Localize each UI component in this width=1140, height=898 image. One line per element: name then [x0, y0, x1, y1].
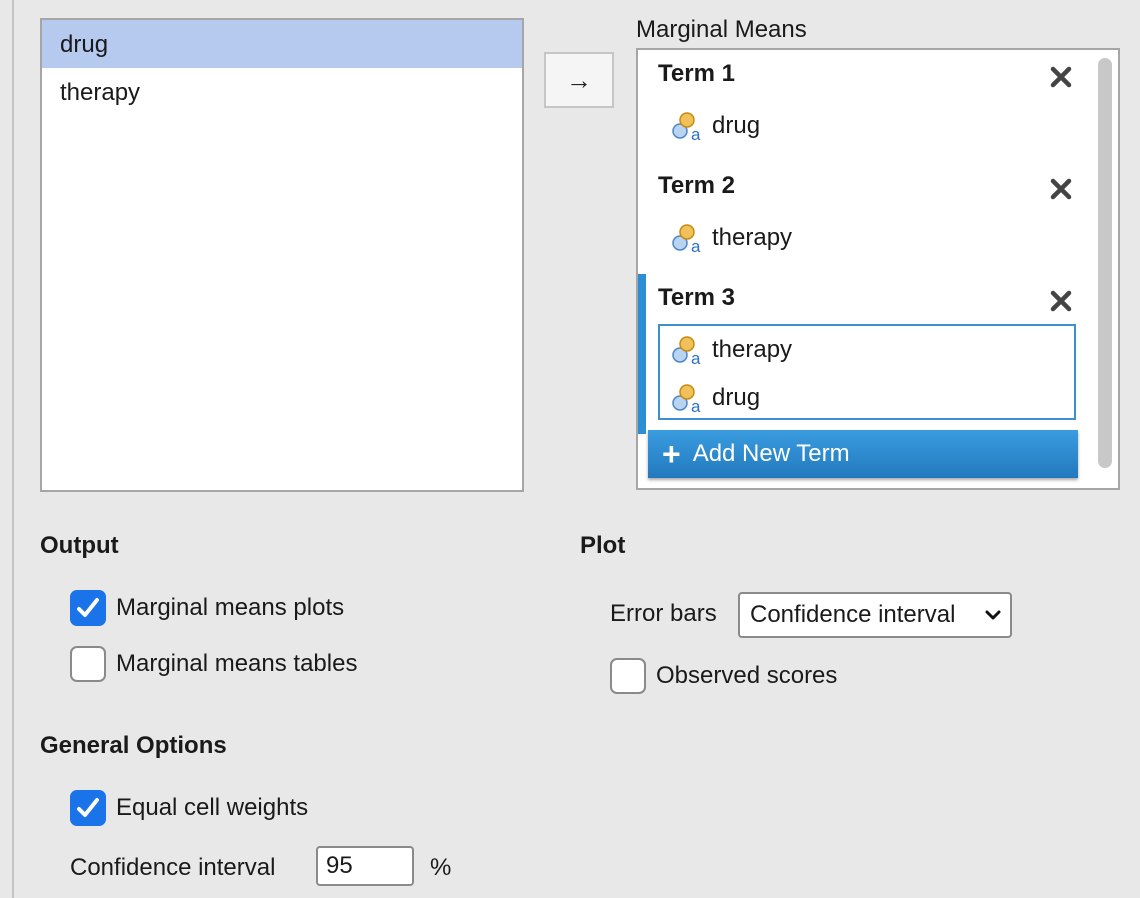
- checkbox-unchecked[interactable]: [70, 646, 106, 682]
- checkbox-label: Equal cell weights: [116, 794, 309, 821]
- add-new-term-label: Add New Term: [692, 440, 850, 467]
- nominal-variable-icon: a: [672, 384, 701, 415]
- svg-text:a: a: [691, 397, 701, 415]
- active-term-indicator: [638, 274, 646, 434]
- term-variable-name: drug: [712, 112, 761, 139]
- term-1-title: Term 1: [658, 60, 735, 87]
- chevron-down-icon: [985, 610, 1001, 620]
- close-icon[interactable]: [1048, 64, 1074, 90]
- nominal-variable-icon: a: [672, 224, 701, 255]
- marginal-means-tables-option[interactable]: Marginal means tables: [70, 646, 357, 682]
- nominal-variable-icon: a: [672, 336, 701, 367]
- term-3[interactable]: Term 3 a therapy a drug: [638, 274, 1088, 434]
- move-to-terms-button[interactable]: →: [544, 52, 614, 108]
- observed-scores-option[interactable]: Observed scores: [610, 658, 837, 694]
- checkbox-label: Observed scores: [656, 662, 838, 689]
- marginal-means-title: Marginal Means: [636, 16, 807, 43]
- checkbox-unchecked[interactable]: [610, 658, 646, 694]
- variable-item-drug[interactable]: drug: [42, 20, 522, 68]
- error-bars-select[interactable]: Confidence interval: [738, 592, 1012, 638]
- add-new-term-button[interactable]: + Add New Term: [648, 430, 1078, 478]
- term-2-title: Term 2: [658, 172, 735, 199]
- svg-text:a: a: [691, 237, 701, 255]
- output-section-title: Output: [40, 532, 119, 559]
- checkbox-label: Marginal means plots: [116, 594, 345, 621]
- term-3-variable-drug: a drug: [670, 378, 760, 418]
- checkbox-label: Marginal means tables: [116, 650, 358, 677]
- svg-text:a: a: [691, 349, 701, 367]
- scrollbar[interactable]: [1098, 58, 1112, 468]
- confidence-interval-input[interactable]: 95: [316, 846, 414, 886]
- nominal-variable-icon: a: [672, 112, 701, 143]
- variable-item-therapy[interactable]: therapy: [42, 68, 522, 116]
- term-variable-name: therapy: [712, 224, 793, 251]
- panel-divider: [0, 0, 14, 898]
- general-options-title: General Options: [40, 732, 227, 759]
- plot-section-title: Plot: [580, 532, 626, 559]
- checkmark-icon: [77, 598, 99, 617]
- term-1-variable: a drug: [670, 106, 760, 146]
- percent-unit-label: %: [430, 854, 452, 881]
- term-2[interactable]: Term 2 a therapy: [638, 162, 1088, 276]
- close-icon[interactable]: [1048, 176, 1074, 202]
- arrow-right-icon: →: [566, 64, 592, 95]
- marginal-means-terms-box[interactable]: Term 1 a drug Term 2 a therapy Term 3 a …: [636, 48, 1120, 490]
- plus-icon: +: [662, 436, 681, 472]
- checkbox-checked[interactable]: [70, 590, 106, 626]
- term-1[interactable]: Term 1 a drug: [638, 50, 1088, 164]
- confidence-interval-label: Confidence interval: [70, 854, 276, 881]
- term-3-variable-therapy: a therapy: [670, 330, 792, 370]
- close-icon[interactable]: [1048, 288, 1074, 314]
- marginal-means-plots-option[interactable]: Marginal means plots: [70, 590, 344, 626]
- equal-cell-weights-option[interactable]: Equal cell weights: [70, 790, 308, 826]
- error-bars-label: Error bars: [610, 600, 717, 627]
- error-bars-selected-value: Confidence interval: [750, 601, 956, 628]
- term-2-variable: a therapy: [670, 218, 792, 258]
- term-variable-name: therapy: [712, 336, 793, 363]
- variables-list[interactable]: drug therapy: [40, 18, 524, 492]
- checkmark-icon: [77, 798, 99, 817]
- checkbox-checked[interactable]: [70, 790, 106, 826]
- term-3-title: Term 3: [658, 284, 735, 311]
- svg-text:a: a: [691, 125, 701, 143]
- term-variable-name: drug: [712, 384, 761, 411]
